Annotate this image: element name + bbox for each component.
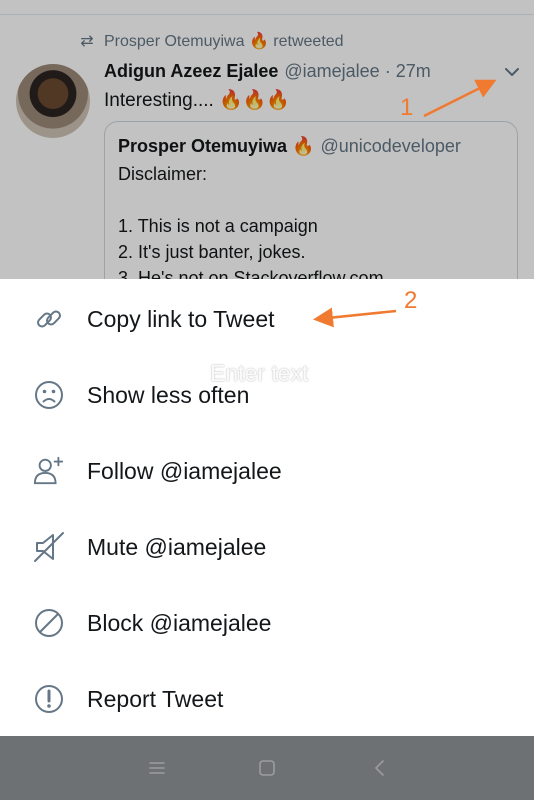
quoted-author-name: Prosper Otemuyiwa 🔥 (118, 136, 315, 156)
menu-item-label: Follow @iamejalee (87, 457, 282, 484)
timeline: ⇄ Prosper Otemuyiwa 🔥 retweeted Adigun A… (0, 0, 534, 279)
quoted-text-line: 1. This is not a campaign (118, 216, 318, 236)
retweet-by-label: Prosper Otemuyiwa 🔥 retweeted (104, 33, 344, 50)
menu-item-block[interactable]: Block @iamejalee (0, 585, 534, 661)
system-nav-bar (0, 736, 534, 800)
menu-item-label: Block @iamejalee (87, 609, 272, 636)
author-handle: @iamejalee · 27m (284, 61, 431, 81)
quoted-tweet[interactable]: Prosper Otemuyiwa 🔥 @unicodeveloper Discl… (104, 121, 518, 279)
author-name[interactable]: Adigun Azeez Ejalee (104, 61, 278, 81)
menu-item-label: Copy link to Tweet (87, 305, 275, 332)
menu-item-copy-link[interactable]: Copy link to Tweet (0, 281, 534, 357)
menu-item-show-less[interactable]: Show less often (0, 357, 534, 433)
menu-item-mute[interactable]: Mute @iamejalee (0, 509, 534, 585)
quoted-text-line: 3. He's not on Stackoverflow.com (118, 268, 384, 279)
home-icon[interactable] (255, 756, 279, 780)
quoted-text-line: 2. It's just banter, jokes. (118, 242, 306, 262)
menu-item-label: Report Tweet (87, 685, 224, 712)
avatar[interactable] (16, 64, 90, 138)
chevron-down-icon[interactable] (500, 60, 524, 84)
annotation-marker-1: 1 (400, 94, 414, 121)
menu-item-follow[interactable]: Follow @iamejalee (0, 433, 534, 509)
menu-item-label: Show less often (87, 381, 250, 408)
mute-icon (33, 531, 65, 563)
annotation-marker-2: 2 (404, 287, 418, 314)
tweet-header: Adigun Azeez Ejalee @iamejalee · 27m (104, 61, 431, 82)
menu-item-report[interactable]: Report Tweet (0, 661, 534, 737)
frown-icon (33, 379, 65, 411)
tweet-text: Interesting.... 🔥🔥🔥 (104, 90, 291, 111)
quoted-text-line: Disclaimer: (118, 164, 208, 184)
menu-item-label: Mute @iamejalee (87, 533, 267, 560)
back-icon[interactable] (368, 756, 392, 780)
block-icon (33, 607, 65, 639)
retweet-icon: ⇄ (80, 33, 94, 50)
report-icon (33, 683, 65, 715)
quoted-author-handle: @unicodeveloper (320, 136, 461, 156)
follow-user-icon (33, 455, 65, 487)
divider (0, 14, 534, 15)
link-icon (33, 303, 65, 335)
tweet-options-sheet: Copy link to Tweet Show less often Follo… (0, 279, 534, 736)
quoted-tweet-header: Prosper Otemuyiwa 🔥 @unicodeveloper (118, 136, 461, 157)
retweet-context: ⇄ Prosper Otemuyiwa 🔥 retweeted (78, 31, 344, 51)
menu-icon[interactable] (145, 756, 169, 780)
